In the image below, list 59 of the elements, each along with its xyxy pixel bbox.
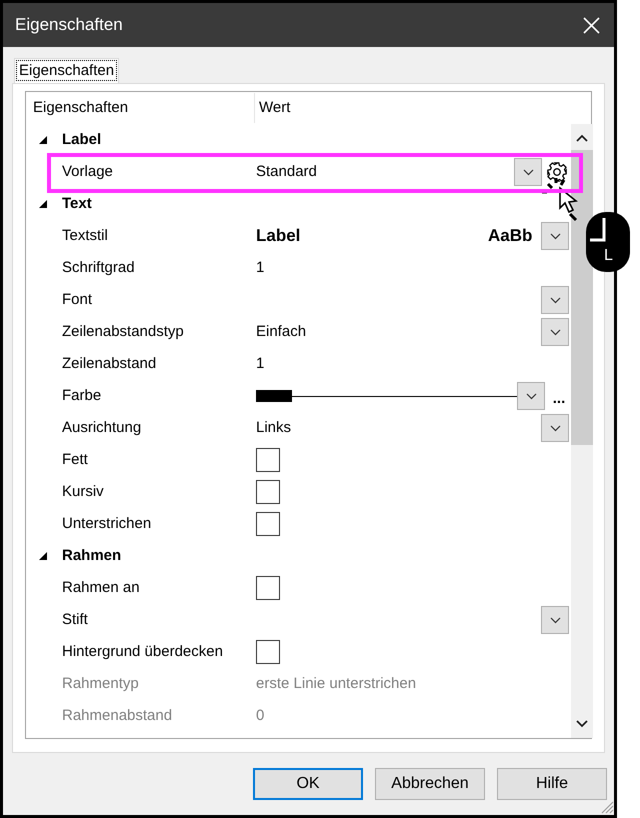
property-name: Rahmentyp [62,674,140,694]
property-name: Textstil [62,226,109,246]
column-header: Eigenschaften [26,93,255,123]
button-letter: L [604,248,613,264]
property-value: Links [256,418,292,438]
property-value: 1 [256,354,264,374]
property-name: Rahmen an [62,578,141,598]
checkbox[interactable] [256,640,280,664]
scroll-down-icon[interactable] [576,720,588,728]
window-title: Eigenschaften [15,14,123,36]
property-value: 1 [256,258,264,278]
property-name: Hintergrund überdecken [62,642,224,662]
chevron-down-icon [550,296,560,304]
dialog-button[interactable]: Hilfe [497,768,607,800]
property-name: Rahmenabstand [62,706,174,726]
section-title: Label [62,130,102,150]
checkbox[interactable] [256,480,280,504]
chevron-down-icon [550,232,560,240]
tab[interactable]: Eigenschaften [14,58,120,83]
collapse-triangle-icon[interactable] [38,135,48,145]
collapse-triangle-icon[interactable] [38,199,48,209]
section-title: Rahmen [62,546,122,566]
property-name: Zeilenabstand [62,354,158,374]
dialog-button[interactable]: Abbrechen [375,768,485,800]
dialog-button[interactable]: OK [253,768,363,800]
chevron-down-icon [526,392,536,400]
scroll-up-icon[interactable] [576,134,588,142]
property-value: 0 [256,706,264,726]
scrollbar[interactable] [571,124,593,738]
chevron-down-icon [550,424,560,432]
checkbox[interactable] [256,576,280,600]
property-name: Farbe [62,386,102,406]
property-name: Unterstrichen [62,514,152,534]
chevron-down-icon [550,616,560,624]
style-name: Label [256,225,302,248]
style-preview: AaBb [488,225,534,248]
property-value: Einfach [256,322,306,342]
property-value: erste Linie unterstrichen [256,674,416,694]
property-value: Standard [256,162,317,182]
property-name: Fett [62,450,89,470]
checkbox[interactable] [256,512,280,536]
chevron-down-icon [550,328,560,336]
close-icon[interactable] [583,16,600,34]
scrollbar-thumb[interactable] [571,150,593,445]
chevron-down-icon [522,168,534,176]
resize-grip-icon[interactable] [600,800,614,814]
property-name: Stift [62,610,89,630]
property-name: Zeilenabstandstyp [62,322,185,342]
more-button[interactable]: ... [545,386,571,406]
section-title: Text [62,194,92,214]
property-name: Vorlage [62,162,114,182]
checkbox[interactable] [256,448,280,472]
collapse-triangle-icon[interactable] [38,551,48,561]
settings-icon[interactable] [546,161,568,183]
property-name: Font [62,290,94,310]
property-name: Ausrichtung [62,418,142,438]
property-name: Schriftgrad [62,258,136,278]
property-name: Kursiv [62,482,105,502]
column-header: Wert [258,98,290,118]
